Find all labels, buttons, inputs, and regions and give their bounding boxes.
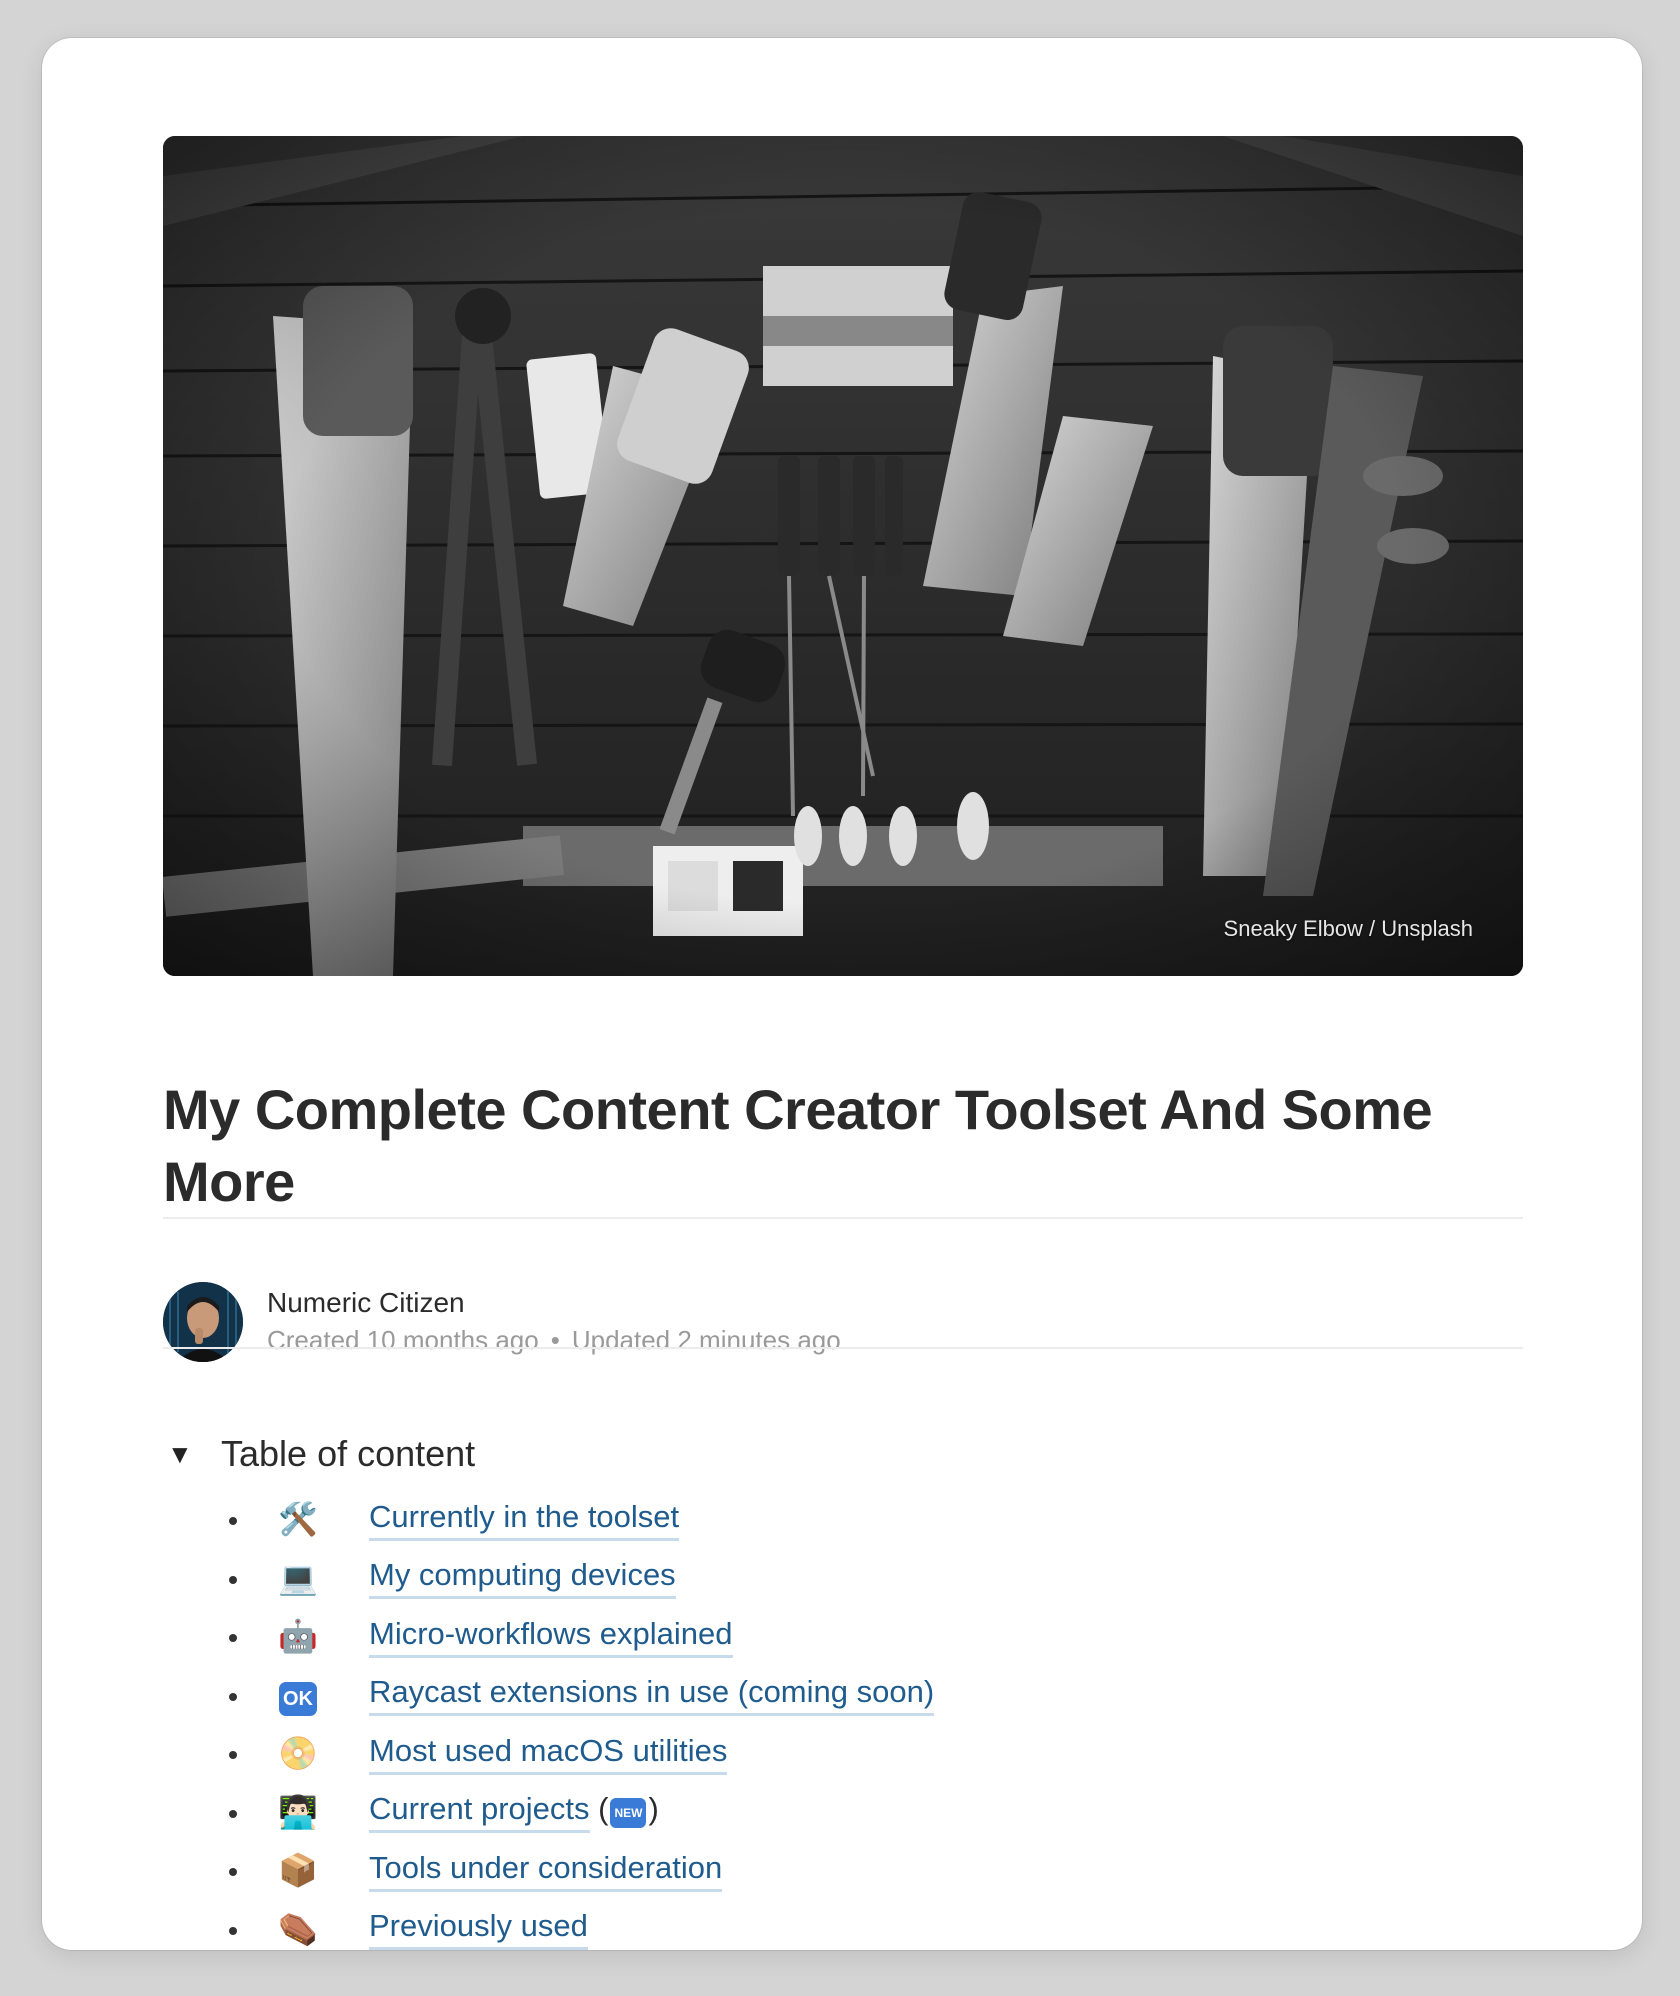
toc-projects-row: Current projects (NEW) <box>369 1790 659 1834</box>
laptop-icon: 💻 <box>278 1559 318 1596</box>
caret-down-icon[interactable]: ▼ <box>167 1439 207 1470</box>
cover-image: Sneaky Elbow / Unsplash <box>163 136 1523 976</box>
table-of-content: ▼ Table of content 🛠️ Currently in the t… <box>163 1428 1523 1950</box>
bullet-dot <box>229 1517 237 1525</box>
new-badge-icon: NEW <box>610 1798 647 1829</box>
avatar[interactable] <box>163 1282 243 1362</box>
robot-icon: 🤖 <box>278 1618 318 1655</box>
dvd-icon: 📀 <box>278 1735 318 1772</box>
cover-photo <box>163 136 1523 976</box>
coffin-icon: ⚰️ <box>278 1910 318 1947</box>
page-window: Sneaky Elbow / Unsplash My Complete Cont… <box>42 38 1642 1950</box>
author-info: Numeric Citizen Created 10 months ago • Up… <box>163 1280 841 1364</box>
toc-header[interactable]: ▼ Table of content <box>163 1428 1523 1480</box>
bullet-dot <box>229 1751 237 1759</box>
toc-link-consideration[interactable]: Tools under consideration <box>369 1849 723 1892</box>
toc-item-previous: ⚰️ Previously used <box>163 1900 1523 1950</box>
ok-badge: OK <box>279 1681 317 1716</box>
toc-item-toolset: 🛠️ Currently in the toolset <box>163 1490 1523 1549</box>
toc-link-toolset[interactable]: Currently in the toolset <box>369 1498 680 1541</box>
toc-list: 🛠️ Currently in the toolset 💻 My computi… <box>163 1490 1523 1950</box>
meta-separator: • <box>550 1325 560 1355</box>
cover-credit[interactable]: Sneaky Elbow / Unsplash <box>1224 916 1473 942</box>
toc-item-devices: 💻 My computing devices <box>163 1549 1523 1608</box>
page-title: My Complete Content Creator Toolset And … <box>163 1078 1433 1213</box>
toc-item-raycast: OK Raycast extensions in use (coming soo… <box>163 1666 1523 1725</box>
author-divider <box>163 1347 1523 1349</box>
bullet-dot <box>229 1575 237 1584</box>
toc-item-consideration: 📦 Tools under consideration <box>163 1841 1523 1900</box>
toc-item-workflows: 🤖 Micro-workflows explained <box>163 1607 1523 1666</box>
toc-title[interactable]: Table of content <box>221 1433 475 1475</box>
toc-suffix-open: ( <box>589 1791 609 1827</box>
bullet-dot <box>229 1809 237 1818</box>
toc-suffix-close: ) <box>648 1791 659 1827</box>
toc-link-devices[interactable]: My computing devices <box>369 1556 676 1600</box>
toc-link-utilities[interactable]: Most used macOS utilities <box>369 1732 728 1775</box>
ok-button-icon: OK <box>278 1674 318 1716</box>
toc-link-workflows[interactable]: Micro-workflows explained <box>369 1615 733 1658</box>
updated-date: Updated 2 minutes ago <box>571 1325 841 1355</box>
toc-item-utilities: 📀 Most used macOS utilities <box>163 1724 1523 1783</box>
toc-item-projects: 👨🏻‍💻 Current projects (NEW) <box>163 1783 1523 1842</box>
created-date: Created 10 months ago <box>267 1325 539 1355</box>
bullet-dot <box>229 1868 237 1876</box>
tools-icon: 🛠️ <box>278 1501 318 1538</box>
bullet-dot <box>229 1692 237 1701</box>
bullet-dot <box>229 1926 237 1935</box>
author-name[interactable]: Numeric Citizen <box>267 1285 841 1321</box>
author-meta: Created 10 months ago • Updated 2 minutes … <box>267 1321 841 1359</box>
bullet-dot <box>229 1634 237 1642</box>
technologist-icon: 👨🏻‍💻 <box>278 1793 318 1830</box>
toc-link-previous[interactable]: Previously used <box>369 1907 588 1950</box>
package-icon: 📦 <box>278 1852 318 1889</box>
toc-link-raycast[interactable]: Raycast extensions in use (coming soon) <box>369 1673 935 1717</box>
toc-link-projects[interactable]: Current projects <box>369 1790 590 1834</box>
title-divider <box>163 1217 1523 1219</box>
